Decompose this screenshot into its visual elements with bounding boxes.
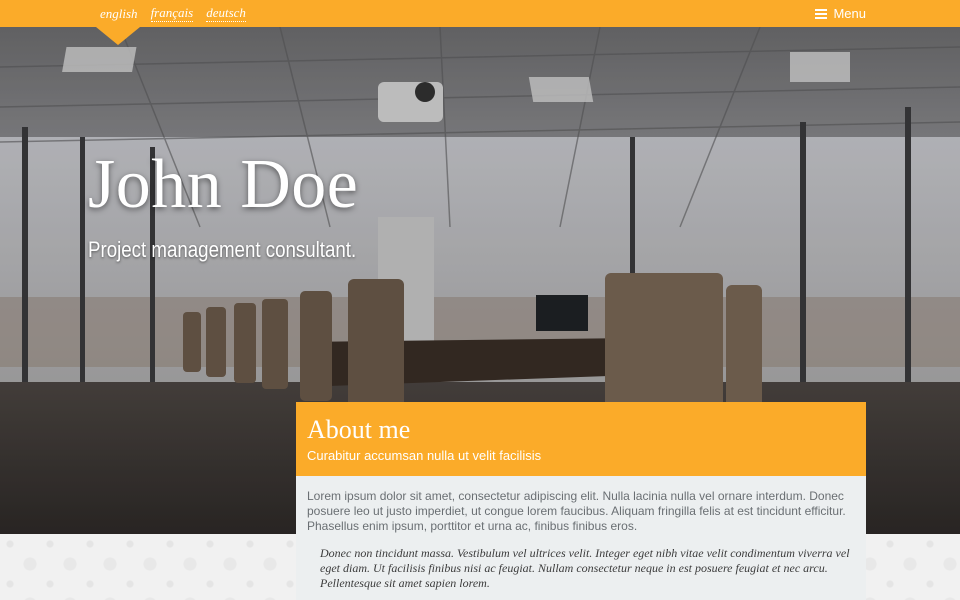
about-paragraph: Lorem ipsum dolor sit amet, consectetur … xyxy=(307,489,846,533)
hero-subtitle: Project management consultant. xyxy=(88,237,357,262)
active-language-indicator xyxy=(96,27,140,45)
menu-label: Menu xyxy=(833,6,866,21)
menu-button[interactable]: Menu xyxy=(815,0,866,27)
hero-title: John Doe xyxy=(88,146,359,223)
language-switcher: english français deutsch xyxy=(100,0,246,27)
hamburger-icon xyxy=(815,8,828,19)
top-bar: english français deutsch Menu xyxy=(0,0,960,27)
about-title: About me xyxy=(307,415,411,444)
lang-english-link[interactable]: english xyxy=(100,6,138,22)
about-tagline: Curabitur accumsan nulla ut velit facili… xyxy=(307,448,542,463)
lang-deutsch-link[interactable]: deutsch xyxy=(206,5,246,22)
lang-francais-link[interactable]: français xyxy=(150,5,194,22)
about-body: Lorem ipsum dolor sit amet, consectetur … xyxy=(296,476,866,600)
about-quote: Donec non tincidunt massa. Vestibulum ve… xyxy=(320,546,850,590)
about-header: About me Curabitur accumsan nulla ut vel… xyxy=(296,402,866,476)
